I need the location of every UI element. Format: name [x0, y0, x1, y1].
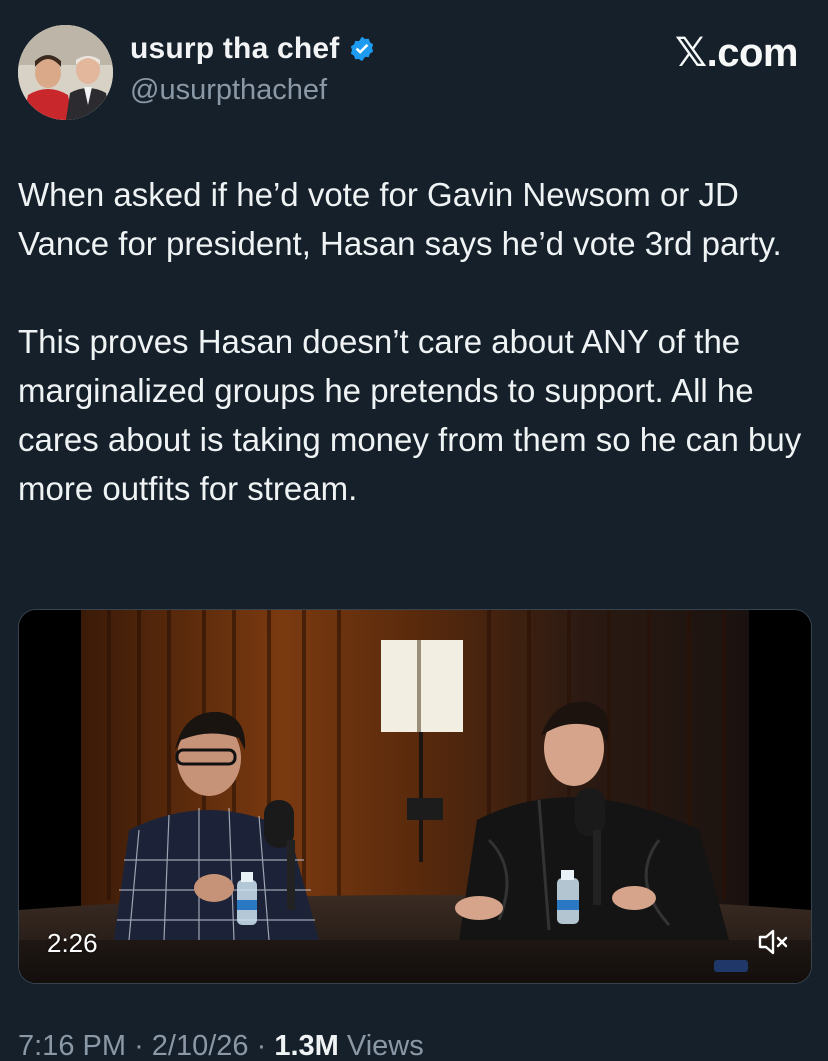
video-duration: 2:26: [47, 928, 98, 958]
meta-separator: ·: [256, 1030, 267, 1061]
tweet-header: usurp tha chef @usurpthachef 𝕏.com: [18, 24, 799, 124]
views-label: Views: [346, 1030, 424, 1061]
video-player[interactable]: 2:26: [18, 609, 812, 984]
meta-separator: ·: [134, 1030, 144, 1061]
verified-badge-icon: [348, 35, 376, 63]
user-handle[interactable]: @usurpthachef: [130, 74, 327, 107]
brand-label: .com: [706, 31, 799, 75]
tweet-screenshot: usurp tha chef @usurpthachef 𝕏.com When …: [0, 0, 828, 1061]
display-name[interactable]: usurp tha chef: [130, 32, 340, 66]
views-count: 1.3M: [274, 1030, 339, 1061]
x-logo-icon: 𝕏: [674, 30, 707, 76]
tweet-time[interactable]: 7:16 PM: [18, 1030, 126, 1061]
tweet-paragraph: When asked if he’d vote for Gavin Newsom…: [18, 176, 782, 262]
video-frame: [19, 610, 811, 983]
speaker-muted-icon[interactable]: [757, 927, 789, 957]
avatar[interactable]: [18, 25, 113, 120]
tweet-metadata: 7:16 PM · 2/10/26 · 1.3M Views: [18, 1030, 424, 1061]
display-name-row: usurp tha chef: [130, 32, 376, 66]
tweet-date[interactable]: 2/10/26: [152, 1030, 249, 1061]
avatar-image: [18, 25, 113, 120]
tweet-paragraph: This proves Hasan doesn’t care about ANY…: [18, 323, 802, 507]
tweet-body: When asked if he’d vote for Gavin Newsom…: [18, 170, 813, 513]
brand-watermark: 𝕏.com: [674, 30, 799, 76]
